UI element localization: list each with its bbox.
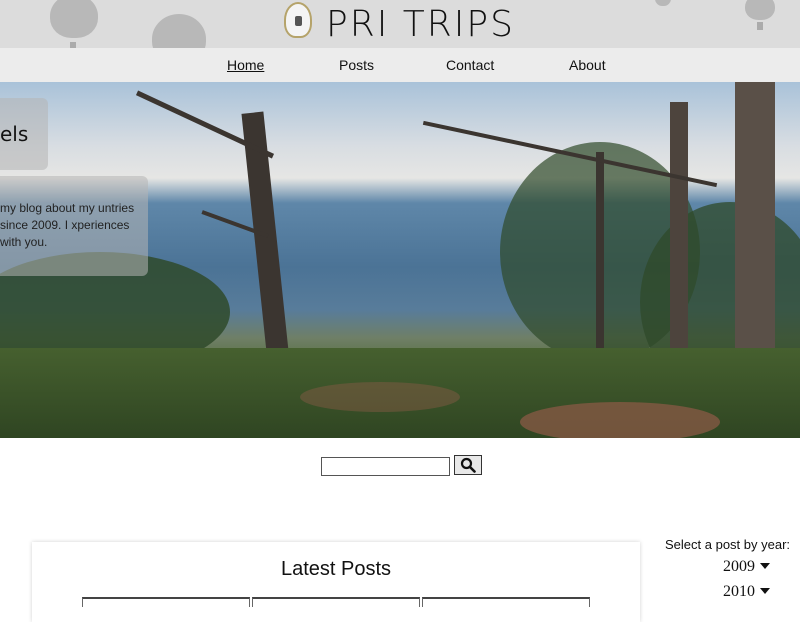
hero-banner: els my blog about my untries since 2009.… [0,82,800,438]
nav-link-home[interactable]: Home [227,57,264,73]
dirt-path [300,382,460,412]
nav-link-posts[interactable]: Posts [339,57,374,73]
hero-heading-panel: els [0,98,48,170]
dirt-path [520,402,720,438]
post-card[interactable] [422,597,590,607]
latest-posts-title: Latest Posts [280,558,392,580]
year-label: 2009 [723,558,755,575]
balloon-basket-icon [757,22,763,30]
latest-posts-card: Latest Posts [32,542,640,622]
caret-down-icon [760,563,770,569]
site-header: PRI TRIPS [0,0,800,48]
tree-trunk [596,152,604,352]
caret-down-icon [760,588,770,594]
balloon-decoration-icon [152,14,206,48]
hero-text-panel: my blog about my untries since 2009. I x… [0,176,148,276]
year-label: 2010 [723,583,755,600]
balloon-decoration-icon [745,0,775,20]
balloon-decoration-icon [655,0,671,6]
main-nav: Home Posts Contact About [0,48,800,82]
site-title[interactable]: PRI TRIPS [326,4,515,45]
search-icon [460,457,476,473]
post-card[interactable] [252,597,420,607]
year-dropdown-2010[interactable]: 2010 [723,583,770,601]
year-dropdown-2009[interactable]: 2009 [723,558,770,576]
nav-link-contact[interactable]: Contact [446,57,494,73]
balloon-decoration-icon [50,0,98,38]
search-input[interactable] [321,457,450,476]
hero-heading: els [0,122,29,146]
search-button[interactable] [454,455,482,475]
hero-intro-text: my blog about my untries since 2009. I x… [0,201,135,249]
year-selector-label: Select a post by year: [665,537,791,552]
nav-link-about[interactable]: About [569,57,606,73]
post-card[interactable] [82,597,250,607]
hot-air-balloon-logo-icon[interactable] [284,2,312,38]
